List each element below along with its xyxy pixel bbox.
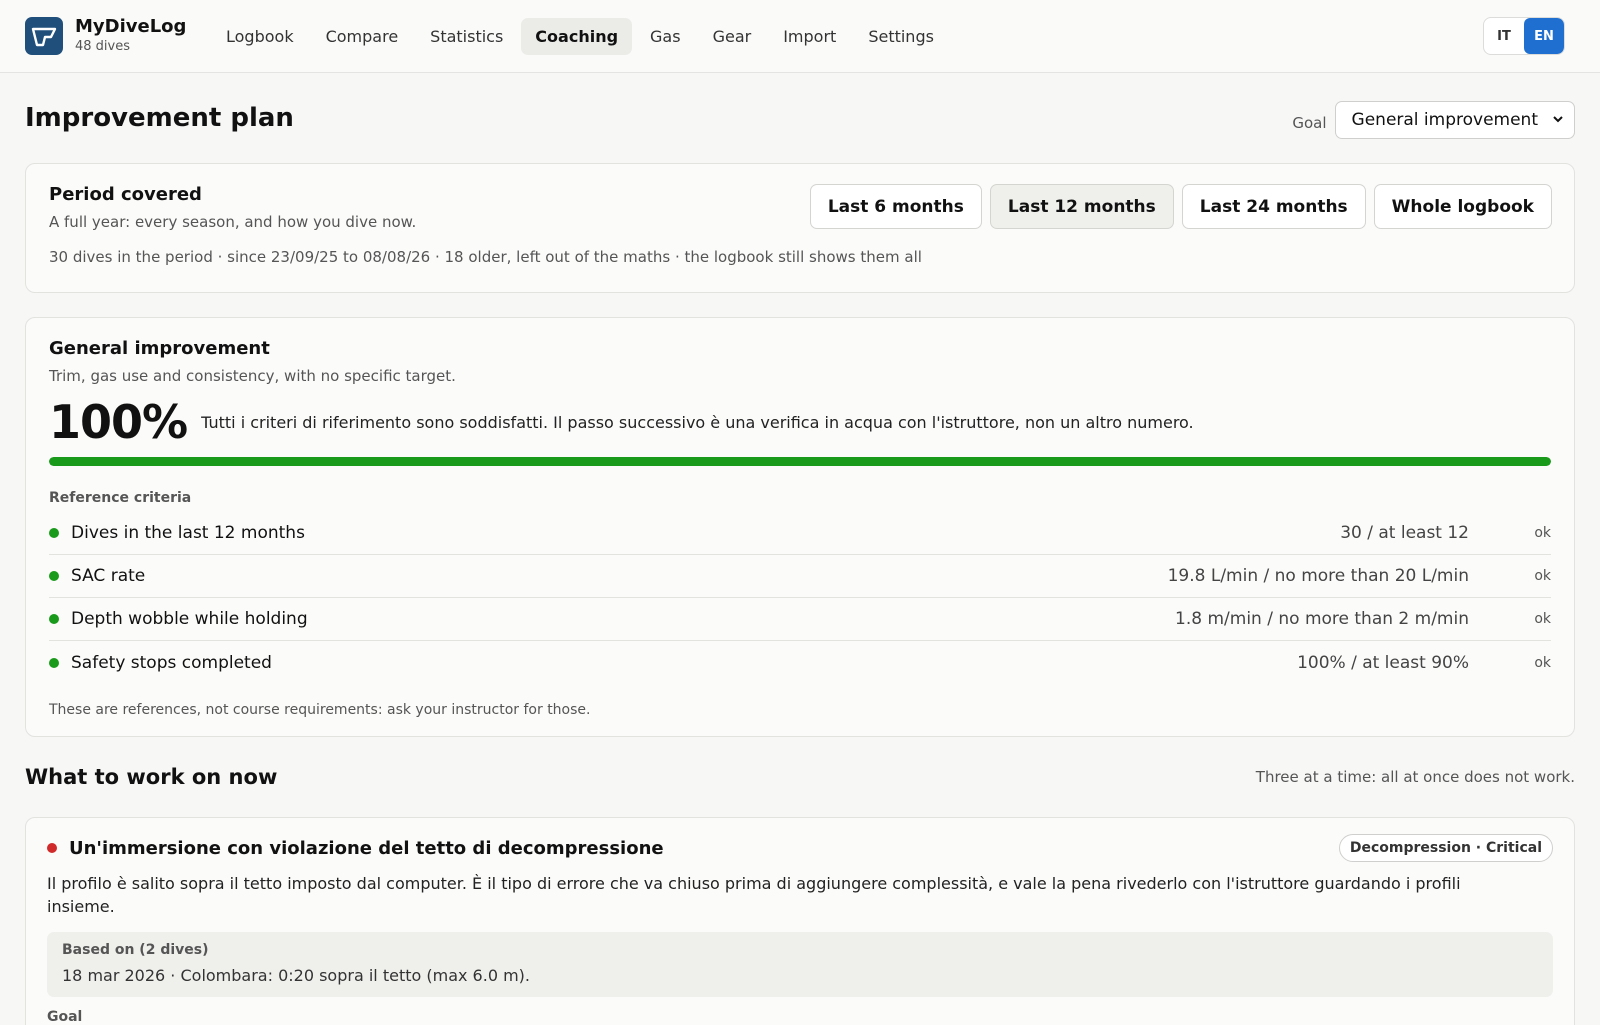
criteria-row: SAC rate 19.8 L/min / no more than 20 L/… [49, 555, 1551, 598]
logo-icon [25, 17, 63, 55]
goal-selector: Goal General improvement [1292, 101, 1575, 139]
main-nav: Logbook Compare Statistics Coaching Gas … [212, 17, 948, 55]
issue-goal-label: Goal [47, 1009, 83, 1025]
top-bar: MyDiveLog 48 dives Logbook Compare Stati… [0, 0, 1600, 73]
range-whole-logbook-button[interactable]: Whole logbook [1373, 184, 1552, 229]
work-title: What to work on now [25, 765, 278, 789]
goal-card: General improvement Trim, gas use and co… [25, 317, 1575, 737]
work-note: Three at a time: all at once does not wo… [1255, 768, 1575, 786]
range-12-months-button[interactable]: Last 12 months [989, 184, 1174, 229]
nav-statistics[interactable]: Statistics [416, 18, 517, 55]
criteria-list: Dives in the last 12 months 30 / at leas… [49, 512, 1551, 684]
app-name: MyDiveLog [75, 16, 187, 37]
criteria-status: ok [1534, 654, 1551, 671]
nav-logbook[interactable]: Logbook [212, 18, 308, 55]
page-header: Improvement plan Goal General improvemen… [25, 73, 1575, 163]
criteria-value: 19.8 L/min / no more than 20 L/min [1167, 566, 1469, 586]
issue-header: Un'immersione con violazione del tetto d… [47, 834, 1553, 862]
progress-bar [49, 457, 1551, 466]
nav-settings[interactable]: Settings [854, 18, 948, 55]
criteria-value: 1.8 m/min / no more than 2 m/min [1175, 609, 1469, 629]
issue-card[interactable]: Un'immersione con violazione del tetto d… [25, 817, 1575, 1025]
progress-summary-text: Tutti i criteri di riferimento sono sodd… [201, 412, 1194, 432]
work-header: What to work on now Three at a time: all… [25, 737, 1575, 817]
criteria-footnote: These are references, not course require… [49, 702, 591, 718]
goal-description: Trim, gas use and consistency, with no s… [49, 367, 456, 385]
chevron-down-icon [1552, 110, 1564, 130]
dive-count: 48 dives [75, 39, 131, 54]
nav-gas[interactable]: Gas [636, 18, 695, 55]
status-ok-icon [49, 571, 59, 581]
goal-select-value: General improvement [1351, 110, 1538, 130]
language-switch: IT EN [1483, 17, 1565, 55]
nav-coaching[interactable]: Coaching [521, 17, 633, 55]
criteria-row: Safety stops completed 100% / at least 9… [49, 641, 1551, 684]
criteria-name: SAC rate [71, 566, 146, 586]
criteria-name: Depth wobble while holding [71, 609, 308, 629]
lang-it-button[interactable]: IT [1484, 18, 1524, 54]
criteria-row: Dives in the last 12 months 30 / at leas… [49, 512, 1551, 555]
criteria-value: 30 / at least 12 [1340, 523, 1469, 543]
status-ok-icon [49, 657, 59, 668]
criteria-status: ok [1534, 611, 1551, 627]
page-title: Improvement plan [25, 103, 294, 133]
issue-tag: Decompression · Critical [1338, 834, 1553, 862]
range-24-months-button[interactable]: Last 24 months [1181, 184, 1366, 229]
criteria-value: 100% / at least 90% [1297, 652, 1469, 673]
issue-body: Il profilo è salito sopra il tetto impos… [47, 874, 1461, 916]
criteria-heading: Reference criteria [49, 490, 192, 506]
criteria-status: ok [1534, 568, 1551, 584]
main-content: Improvement plan Goal General improvemen… [0, 73, 1600, 1025]
period-meta: 30 dives in the period · since 23/09/25 … [49, 248, 922, 266]
issue-title-wrap: Un'immersione con violazione del tetto d… [47, 838, 664, 859]
critical-dot-icon [47, 843, 57, 853]
range-selector: Last 6 months Last 12 months Last 24 mon… [809, 184, 1552, 229]
goal-label: Goal [1292, 114, 1327, 132]
lang-en-button[interactable]: EN [1524, 18, 1564, 54]
status-ok-icon [49, 614, 59, 624]
criteria-name: Dives in the last 12 months [71, 523, 305, 543]
issue-evidence: Based on (2 dives) 18 mar 2026 · Colomba… [47, 932, 1553, 997]
evidence-text: 18 mar 2026 · Colombara: 0:20 sopra il t… [62, 966, 530, 985]
goal-select[interactable]: General improvement [1334, 101, 1575, 139]
criteria-row: Depth wobble while holding 1.8 m/min / n… [49, 598, 1551, 641]
progress-percent: 100% [49, 395, 188, 449]
criteria-status: ok [1534, 525, 1551, 541]
range-6-months-button[interactable]: Last 6 months [809, 184, 982, 229]
evidence-heading: Based on (2 dives) [62, 942, 209, 958]
nav-import[interactable]: Import [769, 18, 850, 55]
nav-gear[interactable]: Gear [699, 18, 766, 55]
progress-summary: 100% Tutti i criteri di riferimento sono… [49, 395, 1551, 449]
brand[interactable]: MyDiveLog 48 dives [25, 16, 212, 56]
criteria-name: Safety stops completed [71, 652, 272, 673]
nav-compare[interactable]: Compare [312, 18, 413, 55]
issue-title: Un'immersione con violazione del tetto d… [69, 837, 664, 859]
period-card: Period covered A full year: every season… [25, 163, 1575, 293]
goal-title: General improvement [49, 338, 270, 359]
status-ok-icon [49, 528, 59, 538]
progress-bar-fill [49, 457, 1551, 466]
